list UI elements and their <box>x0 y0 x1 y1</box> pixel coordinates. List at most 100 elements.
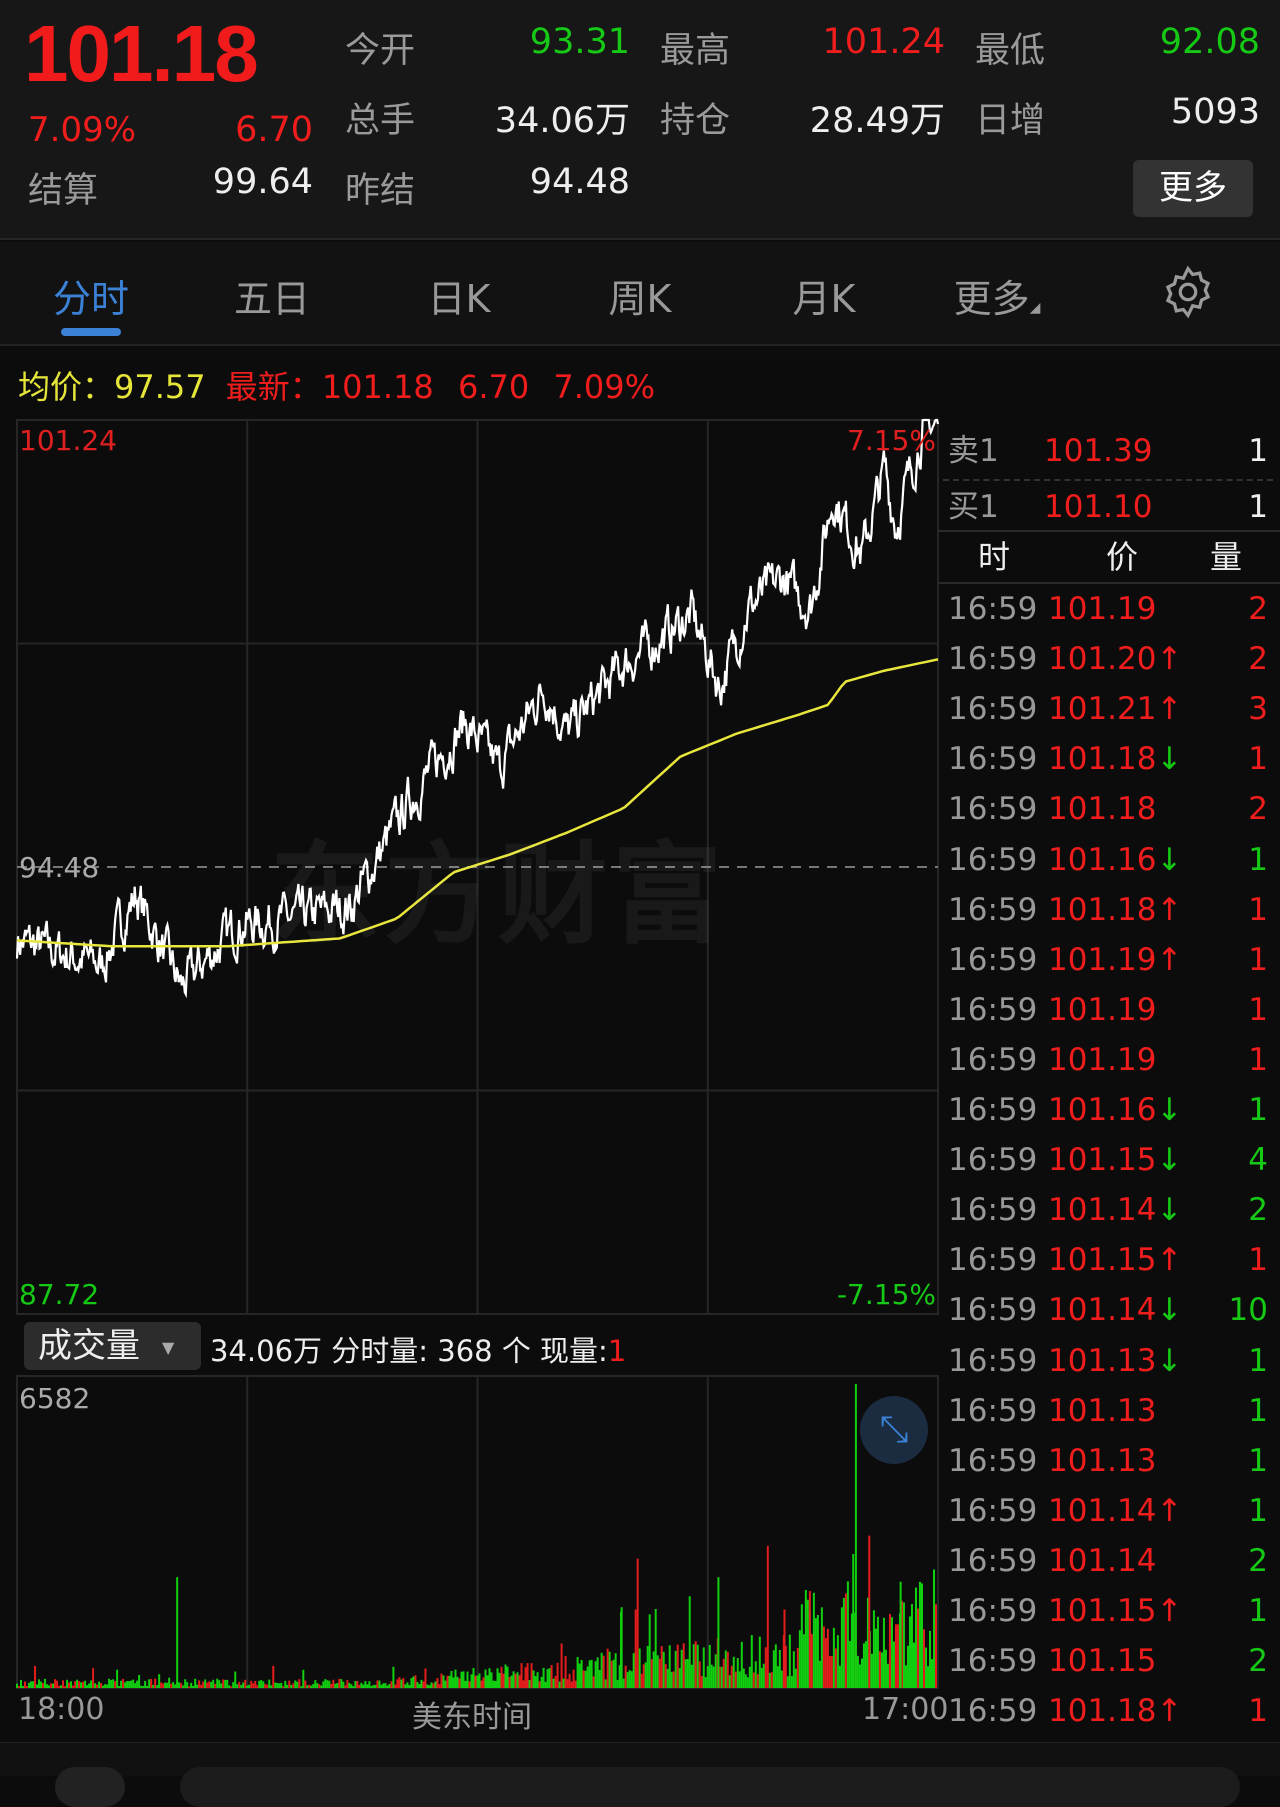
trade-volume: 1 <box>1248 1593 1268 1629</box>
tab-intraday[interactable]: 分时 <box>53 268 129 323</box>
arrow-down-icon: ↓ <box>1156 1192 1183 1229</box>
tab-monthly-k[interactable]: 月K <box>793 268 856 323</box>
trade-volume: 1 <box>1248 941 1268 978</box>
trade-price: 101.19 <box>1048 941 1157 978</box>
caret-icon: ◢ <box>1029 300 1041 316</box>
volume-max-label: 6582 <box>19 1382 90 1415</box>
trade-time: 16:59 <box>948 841 1038 878</box>
period-tabs: 分时 五日 日K 周K 月K 更多◢ <box>0 242 1280 346</box>
trade-price: 101.15 <box>1048 1242 1157 1279</box>
trade-volume: 2 <box>1248 1542 1268 1579</box>
trade-price: 101.13 <box>1048 1342 1157 1379</box>
field-label: 最低 <box>975 31 1046 71</box>
field-label: 结算 <box>28 171 99 211</box>
intraday-chart[interactable]: 101.24 7.15% 94.48 87.72 -7.15% 6582 <box>0 410 940 1710</box>
tab-daily-k[interactable]: 日K <box>428 268 491 323</box>
order-price: 101.39 <box>1044 433 1153 469</box>
trade-volume: 1 <box>1248 1693 1268 1730</box>
trade-time: 16:59 <box>948 1442 1038 1479</box>
trade-row: 16:59 101.13 1 <box>938 1386 1280 1436</box>
expand-icon[interactable]: ⤡ <box>860 1396 928 1464</box>
trade-volume: 1 <box>1248 1492 1268 1529</box>
order-book-row: 买1 101.10 1 <box>938 482 1280 532</box>
trade-price: 101.18 <box>1048 741 1157 778</box>
trade-volume: 1 <box>1248 1392 1268 1429</box>
minute-volume-label: 分时量: <box>331 1334 429 1368</box>
trade-price: 101.19 <box>1048 1041 1157 1078</box>
trade-time: 16:59 <box>948 1542 1038 1579</box>
volume-selector[interactable]: 成交量 ▼ <box>24 1322 201 1370</box>
current-volume-value: 1 <box>607 1334 627 1368</box>
trade-price: 101.14 <box>1048 1192 1157 1229</box>
tab-weekly-k[interactable]: 周K <box>609 268 672 323</box>
trade-volume: 10 <box>1228 1292 1268 1329</box>
latest-change: 6.70 <box>457 368 530 406</box>
trade-price: 101.20 <box>1048 641 1157 678</box>
trade-time: 16:59 <box>948 1092 1038 1128</box>
trade-volume: 3 <box>1248 691 1268 728</box>
watermark: 东方财富 <box>270 831 726 959</box>
trade-price: 101.16 <box>1048 1092 1157 1128</box>
trade-price: 101.14 <box>1048 1292 1157 1329</box>
current-volume-label: 现量: <box>540 1334 608 1368</box>
trade-volume: 1 <box>1248 1092 1268 1128</box>
header-volume: 量 <box>1210 538 1243 576</box>
trade-time: 16:59 <box>948 991 1038 1028</box>
header-price: 价 <box>1106 538 1139 576</box>
field-value: 28.49万 <box>809 101 945 141</box>
tab-more[interactable]: 更多◢ <box>954 268 1041 323</box>
more-button[interactable]: 更多 <box>1133 160 1253 217</box>
trade-row: 16:59 101.18↑ 1 <box>938 885 1280 935</box>
field-label: 昨结 <box>345 171 416 211</box>
field-label: 日增 <box>975 101 1046 141</box>
field-label: 总手 <box>345 101 416 141</box>
chart-info-line: 均价：97.57 最新：101.18 6.70 7.09% <box>18 362 655 408</box>
order-label: 买1 <box>948 489 999 525</box>
trade-price: 101.18 <box>1048 1693 1157 1730</box>
trade-volume: 1 <box>1248 891 1268 928</box>
avg-label: 均价： <box>18 368 115 406</box>
trade-row: 16:59 101.19 2 <box>938 584 1280 634</box>
quote-header: 101.18 7.09% 6.70 今开 93.31 最高 101.24 最低 92.08… <box>0 0 1280 240</box>
active-tab-indicator <box>61 328 121 336</box>
volume-info: 34.06万 分时量: 368 个 现量:1 <box>210 1328 626 1370</box>
settings-gear-icon[interactable] <box>1160 264 1216 324</box>
field-value: 5093 <box>1170 92 1260 132</box>
field-value: 93.31 <box>529 22 630 62</box>
trade-panel: 卖1 101.39 1 买1 101.10 1 时 价 量 16:59 101.19 2 16:59 10… <box>938 420 1280 1730</box>
bottom-button[interactable] <box>55 1767 125 1807</box>
x-label-end: 17:00 <box>862 1692 949 1727</box>
trade-time: 16:59 <box>948 1142 1038 1179</box>
trade-price: 101.13 <box>1048 1392 1157 1429</box>
trade-time: 16:59 <box>948 1192 1038 1229</box>
tab-five-day[interactable]: 五日 <box>234 268 310 323</box>
trade-price: 101.16 <box>1048 841 1157 878</box>
trade-price: 101.15 <box>1048 1643 1157 1680</box>
bottom-input[interactable] <box>180 1767 1240 1807</box>
trade-row: 16:59 101.19↑ 1 <box>938 935 1280 985</box>
trade-volume: 2 <box>1248 591 1268 627</box>
arrow-up-icon: ↑ <box>1156 691 1183 728</box>
arrow-up-icon: ↑ <box>1156 1693 1183 1730</box>
arrow-up-icon: ↑ <box>1156 891 1183 928</box>
trade-time: 16:59 <box>948 791 1038 828</box>
trade-row: 16:59 101.21↑ 3 <box>938 684 1280 734</box>
trade-time: 16:59 <box>948 1342 1038 1379</box>
trade-volume: 1 <box>1248 741 1268 778</box>
y-label-mid: 94.48 <box>19 851 99 884</box>
trade-time: 16:59 <box>948 691 1038 728</box>
trade-row: 16:59 101.14↓ 10 <box>938 1285 1280 1335</box>
order-book-row: 卖1 101.39 1 <box>938 426 1280 476</box>
field-value: 94.48 <box>529 162 630 202</box>
trade-time: 16:59 <box>948 1392 1038 1429</box>
y-label-bottom-pct: -7.15% <box>837 1278 936 1311</box>
trade-time: 16:59 <box>948 1492 1038 1529</box>
volume-total: 34.06万 <box>210 1334 323 1368</box>
trade-row: 16:59 101.15↓ 4 <box>938 1135 1280 1185</box>
trade-row: 16:59 101.19 1 <box>938 1035 1280 1085</box>
trade-row: 16:59 101.20↑ 2 <box>938 634 1280 684</box>
field-value: 34.06万 <box>494 101 630 141</box>
arrow-up-icon: ↑ <box>1156 1492 1183 1529</box>
trade-time: 16:59 <box>948 741 1038 778</box>
arrow-up-icon: ↑ <box>1156 1242 1183 1279</box>
